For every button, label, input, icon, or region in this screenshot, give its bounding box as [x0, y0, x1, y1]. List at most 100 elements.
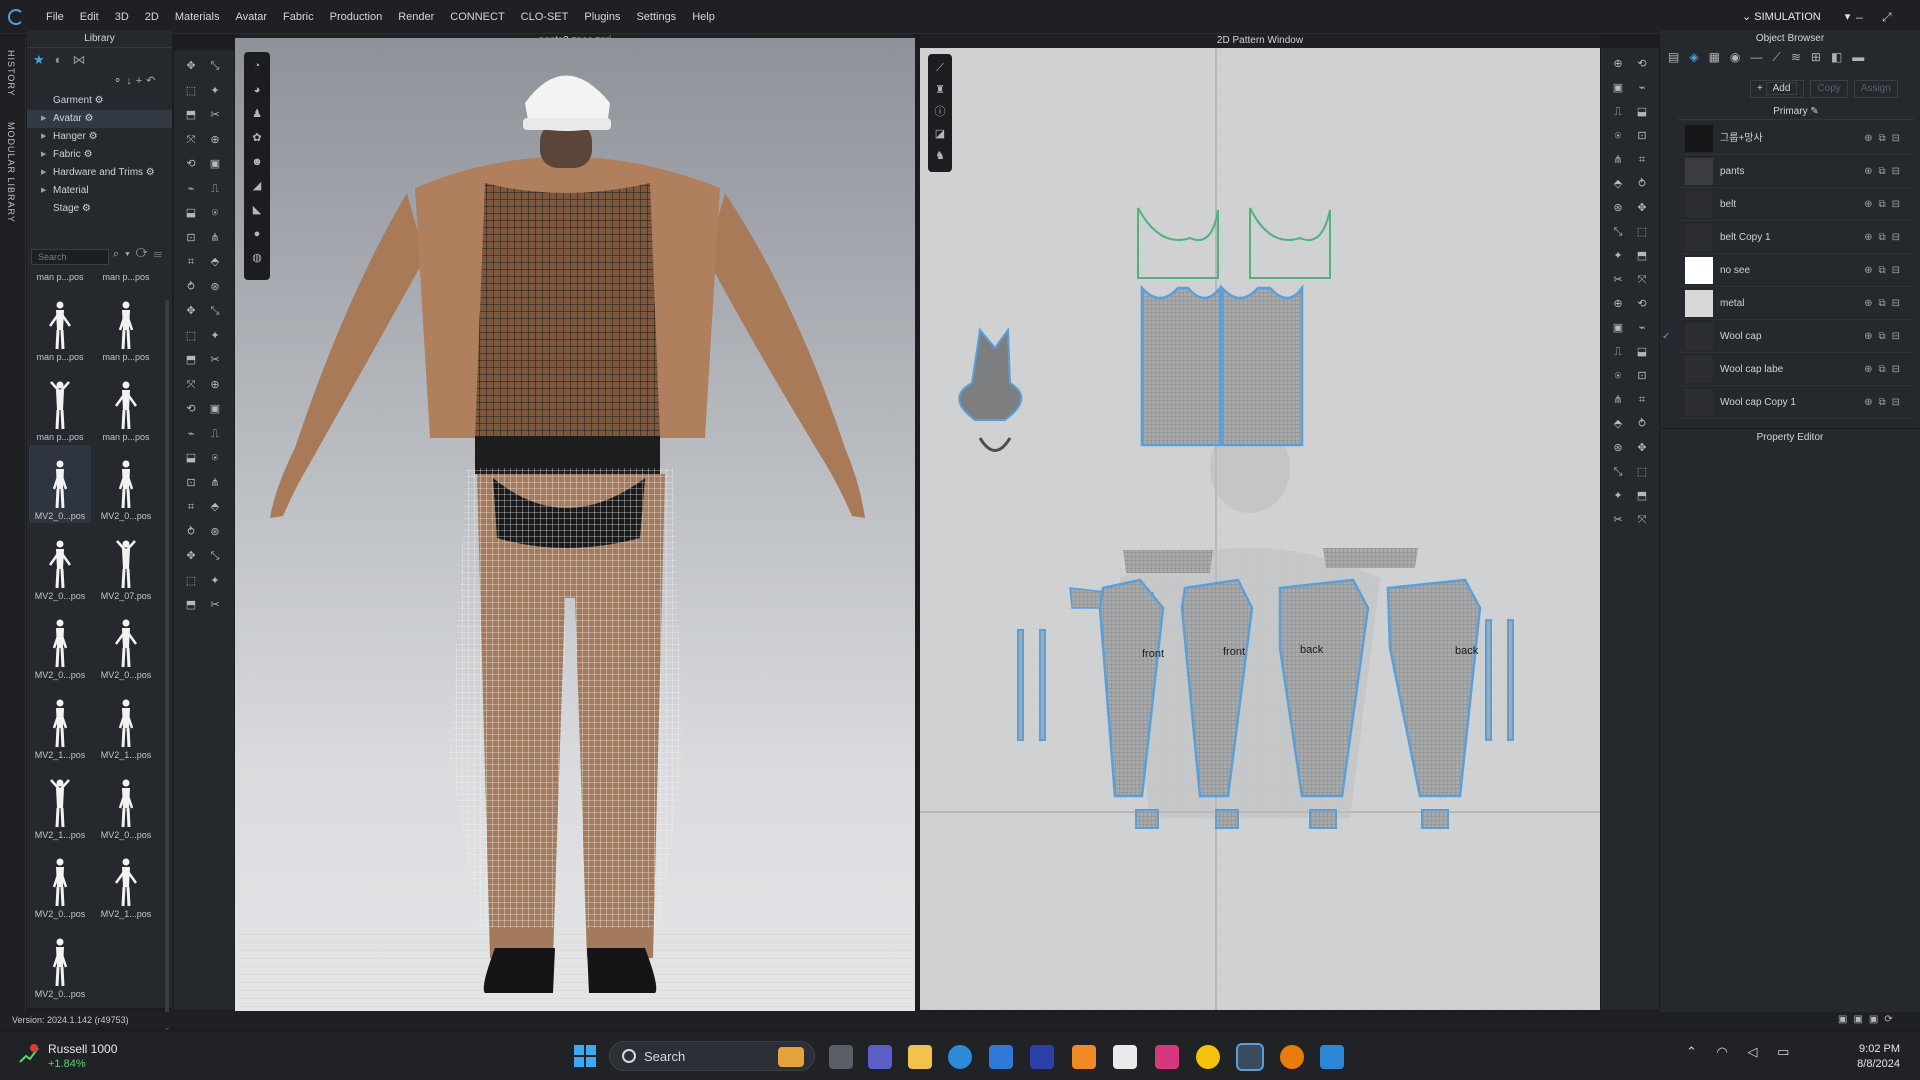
tree-item-garment[interactable]: Garment ⚙: [27, 92, 172, 110]
3d-tool-icon[interactable]: ⤧: [182, 377, 200, 393]
line-icon[interactable]: —: [1750, 50, 1762, 70]
2d-tool-icon[interactable]: ⤡: [1609, 464, 1627, 480]
edit-icon[interactable]: ✎: [1810, 106, 1818, 117]
avatar-pose-thumbnail[interactable]: man p...pos: [29, 286, 91, 364]
2d-view-option-icon[interactable]: ♜: [931, 82, 949, 98]
avatar-pose-thumbnail[interactable]: man p...pos: [29, 366, 91, 444]
2d-tool-icon[interactable]: ⎍: [1609, 104, 1627, 120]
menu-fabric[interactable]: Fabric: [275, 0, 322, 34]
3d-tool-icon[interactable]: ✂: [206, 352, 224, 368]
3d-tool-icon[interactable]: ⌗: [182, 254, 200, 270]
material-row[interactable]: belt ⊕⧉⊟: [1678, 188, 1914, 221]
3d-tool-icon[interactable]: ⬚: [182, 328, 200, 344]
3d-view-option-icon[interactable]: ✿: [248, 130, 266, 146]
menu-plugins[interactable]: Plugins: [576, 0, 628, 34]
3d-view-option-icon[interactable]: ◍: [248, 250, 266, 266]
3d-view-option-icon[interactable]: ♟: [248, 106, 266, 122]
menu-production[interactable]: Production: [322, 0, 391, 34]
material-row-actions[interactable]: ⊕⧉⊟: [1864, 221, 1906, 254]
2d-tool-icon[interactable]: ⬘: [1609, 176, 1627, 192]
2d-tool-icon[interactable]: ✥: [1633, 440, 1651, 456]
2d-tool-icon[interactable]: ⥁: [1633, 416, 1651, 432]
avatar-pose-thumbnail[interactable]: MV2_0...pos: [95, 604, 157, 682]
material-row[interactable]: pants ⊕⧉⊟: [1678, 155, 1914, 188]
material-row[interactable]: ✓ Wool cap ⊕⧉⊟: [1662, 320, 1914, 353]
2d-tool-icon[interactable]: ⬘: [1609, 416, 1627, 432]
material-row[interactable]: belt Copy 1 ⊕⧉⊟: [1678, 221, 1914, 254]
2d-tool-icon[interactable]: ⬒: [1633, 248, 1651, 264]
library-tools[interactable]: ⚬↓+↶: [113, 74, 159, 87]
2d-tool-icon[interactable]: ⤧: [1633, 272, 1651, 288]
2d-tool-icon[interactable]: ⬚: [1633, 464, 1651, 480]
material-group-header[interactable]: Primary ✎: [1678, 104, 1914, 120]
3d-view-option-icon[interactable]: ☻: [248, 154, 266, 170]
3d-tool-icon[interactable]: ⍟: [206, 450, 224, 466]
3d-tool-icon[interactable]: ⬒: [182, 352, 200, 368]
material-row-actions[interactable]: ⊕⧉⊟: [1864, 188, 1906, 221]
3d-tool-icon[interactable]: ⎍: [206, 426, 224, 442]
avatar-pose-thumbnail[interactable]: MV2_0...pos: [29, 923, 91, 1001]
3d-view-option-icon[interactable]: ◔: [248, 58, 266, 74]
library-scrollbar[interactable]: [165, 300, 169, 1030]
2d-tool-icon[interactable]: ⌗: [1633, 392, 1651, 408]
2d-view-option-icon[interactable]: ⓘ: [931, 104, 949, 120]
menu-help[interactable]: Help: [684, 0, 723, 34]
3d-tool-icon[interactable]: ✂: [206, 597, 224, 613]
file-explorer-icon[interactable]: [908, 1045, 932, 1069]
3d-tool-icon[interactable]: ⊡: [182, 230, 200, 246]
material-row[interactable]: no see ⊕⧉⊟: [1678, 254, 1914, 287]
2d-pattern-window[interactable]: front front back back: [920, 48, 1600, 1010]
3d-tool-icon[interactable]: ⬘: [206, 254, 224, 270]
menu-edit[interactable]: Edit: [72, 0, 107, 34]
2d-tool-icon[interactable]: ⬒: [1633, 488, 1651, 504]
more-icon[interactable]: ▬: [1852, 50, 1864, 70]
menu-3d[interactable]: 3D: [107, 0, 137, 34]
2d-tool-icon[interactable]: ⤧: [1633, 512, 1651, 528]
window-app-icon[interactable]: [1320, 1045, 1344, 1069]
mail-icon[interactable]: [989, 1045, 1013, 1069]
stitch-icon[interactable]: ≋: [1791, 50, 1801, 70]
2d-tool-icon[interactable]: ⊡: [1633, 128, 1651, 144]
3d-tool-icon[interactable]: ⤡: [206, 58, 224, 74]
2d-tool-icon[interactable]: ⟲: [1633, 296, 1651, 312]
3d-tool-icon[interactable]: ✥: [182, 58, 200, 74]
tree-item-avatar[interactable]: ▶ Avatar ⚙: [27, 110, 172, 128]
2d-tool-icon[interactable]: ⍟: [1609, 368, 1627, 384]
3d-tool-icon[interactable]: ✦: [206, 83, 224, 99]
material-row-actions[interactable]: ⊕⧉⊟: [1864, 386, 1906, 419]
3d-tool-icon[interactable]: ✦: [206, 573, 224, 589]
3d-tool-icon[interactable]: ⤡: [206, 303, 224, 319]
favorites-icon[interactable]: ★: [33, 52, 45, 70]
grid-icon[interactable]: ⊞: [1811, 50, 1821, 70]
tree-item-material[interactable]: ▶ Material: [27, 182, 172, 200]
3d-tool-icon[interactable]: ⥁: [182, 524, 200, 540]
windows-start-icon[interactable]: [573, 1044, 597, 1068]
system-tray[interactable]: ⌃ ◠ ◁ ▭: [1686, 1044, 1797, 1060]
avatar-pose-thumbnail[interactable]: MV2_0...pos: [95, 445, 157, 523]
3d-tool-icon[interactable]: ⌁: [182, 181, 200, 197]
2d-tool-icon[interactable]: ✥: [1633, 200, 1651, 216]
taskbar-clock[interactable]: 9:02 PM 8/8/2024: [1820, 1042, 1900, 1072]
3d-tool-icon[interactable]: ⤡: [206, 548, 224, 564]
3d-view-option-icon[interactable]: ●: [248, 226, 266, 242]
edge-icon[interactable]: [948, 1045, 972, 1069]
3d-tool-icon[interactable]: ⬓: [182, 205, 200, 221]
2d-tool-icon[interactable]: ⋔: [1609, 152, 1627, 168]
2d-tool-icon[interactable]: ⥁: [1633, 176, 1651, 192]
3d-view-option-icon[interactable]: ◕: [248, 82, 266, 98]
tree-item-hanger[interactable]: ▶ Hanger ⚙: [27, 128, 172, 146]
2d-tool-icon[interactable]: ▣: [1609, 80, 1627, 96]
3d-tool-icon[interactable]: ✥: [182, 548, 200, 564]
material-icon[interactable]: ◈: [1689, 50, 1698, 70]
menu-connect[interactable]: CONNECT: [442, 0, 512, 34]
clo-icon[interactable]: ◐: [55, 52, 63, 70]
3d-tool-icon[interactable]: ⎍: [206, 181, 224, 197]
needle-icon[interactable]: ⟋: [1772, 50, 1780, 70]
3d-tool-icon[interactable]: ✥: [182, 303, 200, 319]
material-row-actions[interactable]: ⊕⧉⊟: [1864, 353, 1906, 386]
2d-tool-icon[interactable]: ⌗: [1633, 152, 1651, 168]
avatar-pose-thumbnail[interactable]: MV2_0...pos: [29, 445, 91, 524]
library-search-tools[interactable]: ⌕▾⟳☰: [113, 248, 168, 261]
2d-tool-icon[interactable]: ⊛: [1609, 440, 1627, 456]
copy-button[interactable]: Copy: [1810, 80, 1848, 98]
